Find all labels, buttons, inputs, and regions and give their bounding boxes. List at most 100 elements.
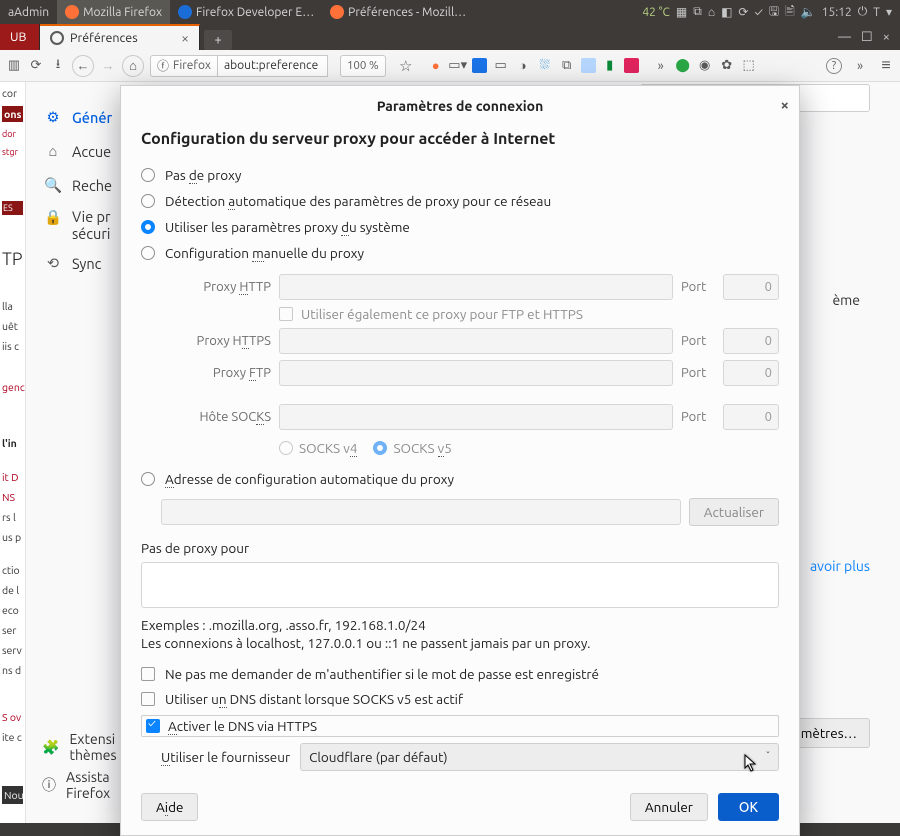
download-icon[interactable]: ⭳ xyxy=(50,58,66,74)
radio-manual-proxy[interactable]: Configuration manuelle du proxy xyxy=(141,240,779,266)
auto-config-url-input[interactable] xyxy=(161,499,681,525)
http-port-input[interactable] xyxy=(723,274,779,300)
tray-icon[interactable]: ⟳ xyxy=(738,5,748,19)
home-button[interactable]: ⌂ xyxy=(122,55,144,77)
close-window-button[interactable]: × xyxy=(883,30,890,45)
reload-button[interactable]: Actualiser xyxy=(689,498,779,526)
extension-icon[interactable]: ⛆ xyxy=(537,58,553,74)
wifi-icon[interactable]: ▾ xyxy=(886,5,892,19)
lock-icon: 🔒 xyxy=(44,208,62,226)
volume-icon[interactable]: 🔈 xyxy=(801,5,816,19)
tab-hidden[interactable]: UB xyxy=(0,24,40,50)
extension-icon[interactable] xyxy=(472,58,487,73)
extension-icon[interactable]: ⧉ xyxy=(559,58,575,74)
tray-icon[interactable]: ✓ xyxy=(754,6,762,19)
minimize-button[interactable]: — xyxy=(838,30,851,45)
sidebar-support[interactable]: ⓘ AssistaFirefox xyxy=(64,769,117,801)
checkbox-no-auth-prompt[interactable]: Ne pas me demander de m'authentifier si … xyxy=(141,661,779,686)
radio-no-proxy[interactable]: Pas de proxy xyxy=(141,162,779,188)
power-icon[interactable]: ⏻ xyxy=(858,5,868,19)
socks-port-input[interactable] xyxy=(723,404,779,430)
firefox-dev-icon xyxy=(178,5,192,19)
help-icon: ⓘ xyxy=(42,775,56,795)
ftp-proxy-input[interactable] xyxy=(279,360,673,386)
radio-socks5[interactable]: SOCKS v5 xyxy=(373,440,451,456)
doh-provider-row: Utiliser le fournisseur Cloudflare (par … xyxy=(161,743,779,771)
maximize-button[interactable]: ☐ xyxy=(861,30,873,45)
http-proxy-input[interactable] xyxy=(279,274,673,300)
overflow-icon[interactable]: » xyxy=(653,58,669,74)
reload-icon[interactable]: ⟳ xyxy=(28,58,44,74)
tray-icon[interactable]: 🖹 xyxy=(785,2,795,23)
radio-icon xyxy=(141,246,155,260)
radio-system-proxy[interactable]: Utiliser les paramètres proxy du système xyxy=(141,214,779,240)
doh-provider-select[interactable]: Cloudflare (par défaut) ˇ xyxy=(300,743,779,771)
taskbar-item[interactable]: Préférences - Mozill… xyxy=(322,0,474,24)
extension-icon[interactable]: ▭▾ xyxy=(450,58,466,74)
forward-button[interactable]: → xyxy=(100,58,116,74)
system-panel: aAdmin Mozilla Firefox Firefox Developer… xyxy=(0,0,900,24)
close-tab-icon[interactable]: × xyxy=(181,30,189,46)
tray-icon[interactable]: ◧ xyxy=(721,5,732,19)
extension-icon[interactable]: ● xyxy=(428,58,444,74)
url-bar[interactable]: ⓕFirefox about:preference xyxy=(150,55,328,77)
extension-icon[interactable]: ▮ xyxy=(602,58,618,74)
extension-icon[interactable]: ⬚ xyxy=(741,58,757,74)
new-tab-button[interactable]: + xyxy=(204,30,232,50)
sync-icon: ⟲ xyxy=(44,254,62,272)
socks-host-input[interactable] xyxy=(279,404,673,430)
extension-icon[interactable] xyxy=(624,58,639,73)
no-proxy-for-textarea[interactable] xyxy=(141,562,779,608)
radio-auto-config-url[interactable]: Adresse de configuration automatique du … xyxy=(141,466,779,492)
overflow-icon[interactable]: » xyxy=(852,58,868,74)
checkbox-dns-over-https[interactable]: Activer le DNS via HTTPS xyxy=(141,715,779,737)
help-button[interactable]: Aide xyxy=(141,793,198,821)
extension-icon[interactable]: ▭ xyxy=(493,58,509,74)
bg-text: ème xyxy=(832,292,860,308)
label-https-proxy: Proxy HTTPS xyxy=(161,334,271,348)
extension-icon[interactable]: ◉ xyxy=(697,58,713,74)
cancel-button[interactable]: Annuler xyxy=(630,793,708,821)
learn-more-link[interactable]: avoir plus xyxy=(810,558,870,574)
sidebar-extensions[interactable]: 🧩 Extensithèmes xyxy=(64,731,117,763)
tray-icon[interactable]: ⧉ xyxy=(693,5,702,19)
extension-icon[interactable]: ⬤ xyxy=(675,58,691,74)
https-port-input[interactable] xyxy=(723,328,779,354)
localhost-note: Les connexions à localhost, 127.0.0.1 ou… xyxy=(141,635,779,651)
taskbar-item[interactable]: Mozilla Firefox xyxy=(57,0,170,24)
dialog-heading: Configuration du serveur proxy pour accé… xyxy=(141,130,779,148)
clock[interactable]: 15:12 xyxy=(822,6,852,19)
tray-icon[interactable]: 🖫 xyxy=(769,2,779,23)
checkbox-socks-remote-dns[interactable]: Utiliser un DNS distant lorsque SOCKS v5… xyxy=(141,686,779,711)
zoom-indicator[interactable]: 100 % xyxy=(340,55,386,77)
tab-preferences[interactable]: Préférences × xyxy=(40,24,200,50)
bookmark-star-icon[interactable]: ☆ xyxy=(398,58,414,74)
taskbar-item[interactable]: aAdmin xyxy=(0,0,57,24)
radio-icon xyxy=(141,220,155,234)
help-icon[interactable]: ? xyxy=(826,58,842,74)
provider-label: Utiliser le fournisseur xyxy=(161,749,290,765)
taskbar-item[interactable]: Firefox Developer E… xyxy=(170,0,322,24)
socks-version-row: SOCKS v4 SOCKS v5 xyxy=(279,440,779,456)
sidebar-item-label: Vie prsécuri xyxy=(72,208,111,242)
extension-icon[interactable]: ✿ xyxy=(719,58,735,74)
radio-socks4[interactable]: SOCKS v4 xyxy=(279,440,357,456)
ftp-port-input[interactable] xyxy=(723,360,779,386)
close-dialog-button[interactable]: × xyxy=(781,96,789,113)
tray-icon[interactable]: ⌂ xyxy=(708,5,715,19)
https-proxy-input[interactable] xyxy=(279,328,673,354)
chevron-down-icon: ˇ xyxy=(766,751,770,763)
manual-proxy-grid: Proxy HTTP Port Utiliser également ce pr… xyxy=(161,274,779,462)
hamburger-menu-icon[interactable]: ≡ xyxy=(878,58,894,74)
radio-auto-detect[interactable]: Détection automatique des paramètres de … xyxy=(141,188,779,214)
back-button[interactable]: ← xyxy=(72,55,94,77)
extension-icon[interactable]: ◑ xyxy=(515,58,531,74)
port-label: Port xyxy=(681,280,715,294)
sidebar-toggle-icon[interactable]: ▥ xyxy=(6,58,22,74)
port-label: Port xyxy=(681,366,715,380)
tray-letter[interactable]: T xyxy=(873,6,880,19)
share-proxy-row[interactable]: Utiliser également ce proxy pour FTP et … xyxy=(279,306,779,322)
tray-icon[interactable]: ▦ xyxy=(676,5,687,19)
ok-button[interactable]: OK xyxy=(718,793,779,821)
extension-icon[interactable] xyxy=(581,58,596,73)
